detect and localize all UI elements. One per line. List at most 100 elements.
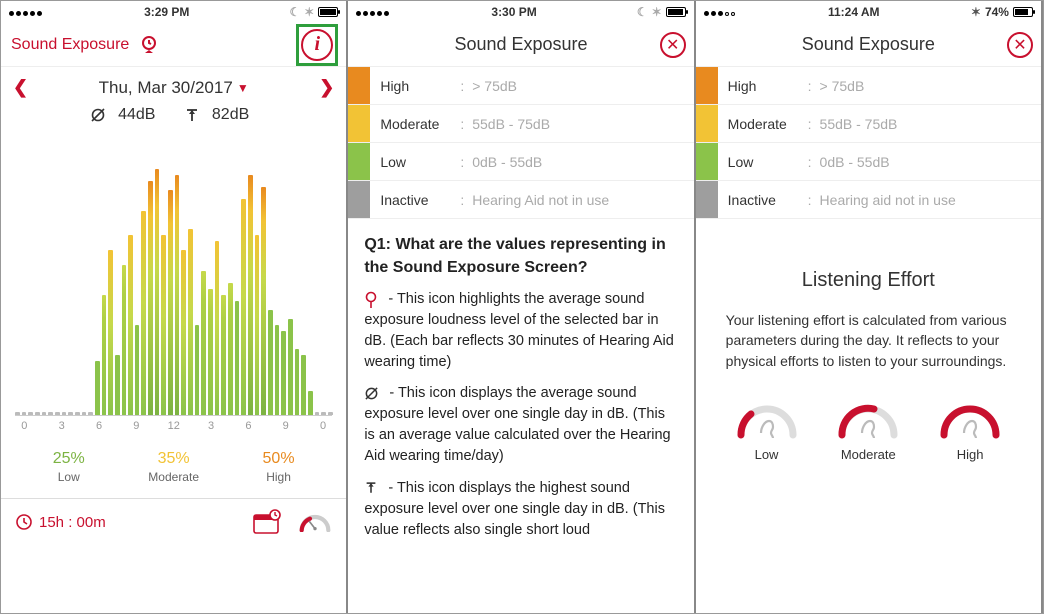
level-mod-label: Moderate — [718, 116, 808, 132]
chart-bar[interactable] — [88, 412, 93, 415]
chart-bar[interactable] — [168, 190, 173, 415]
chart-bar[interactable] — [128, 235, 133, 415]
close-button[interactable]: ✕ — [660, 32, 686, 58]
gauge-icon[interactable] — [298, 512, 332, 532]
level-low-value: 0dB - 55dB — [460, 154, 542, 170]
calendar-icon[interactable] — [252, 509, 282, 535]
swatch-moderate — [348, 105, 370, 142]
level-high-label: High — [370, 78, 460, 94]
chart-bar[interactable] — [135, 325, 140, 415]
close-button[interactable]: ✕ — [1007, 32, 1033, 58]
chart-bar[interactable] — [42, 412, 47, 415]
level-mod-value: 55dB - 75dB — [808, 116, 898, 132]
legend-high-pct: 50% — [263, 450, 295, 468]
sync-clock-icon[interactable] — [137, 33, 161, 57]
chart-bar[interactable] — [328, 412, 333, 415]
level-low-label: Low — [370, 154, 460, 170]
chart-bar[interactable] — [268, 310, 273, 415]
clock-icon — [15, 513, 33, 531]
swatch-high — [348, 67, 370, 104]
chart-bar[interactable] — [228, 283, 233, 415]
chart-bar[interactable] — [148, 181, 153, 415]
chart-bar[interactable] — [315, 412, 320, 415]
chart-bar[interactable] — [301, 355, 306, 415]
level-legend-table: High > 75dB Moderate 55dB - 75dB Low 0dB… — [696, 67, 1041, 219]
chart-bar[interactable] — [308, 391, 313, 415]
chart-bar[interactable] — [55, 412, 60, 415]
info-icon[interactable]: i — [301, 29, 333, 61]
x-tick — [71, 420, 90, 432]
chart-bar[interactable] — [161, 235, 166, 415]
chart-bar[interactable] — [235, 301, 240, 415]
screen-help-faq: 3:30 PM ☾ ✶ Sound Exposure ✕ High > 75dB… — [348, 1, 695, 613]
status-time: 3:29 PM — [144, 5, 189, 19]
chart-bar[interactable] — [82, 412, 87, 415]
chart-bar[interactable] — [115, 355, 120, 415]
exposure-chart[interactable]: 0369123690 — [1, 136, 346, 440]
chart-bar[interactable] — [22, 412, 27, 415]
header-left[interactable]: Sound Exposure — [11, 33, 161, 57]
bluetooth-icon: ✶ — [304, 5, 314, 19]
effort-heading: Listening Effort — [696, 269, 1041, 292]
chart-bar[interactable] — [215, 241, 220, 415]
date-picker[interactable]: Thu, Mar 30/2017 ▼ — [99, 78, 249, 98]
chart-bar[interactable] — [75, 412, 80, 415]
chart-bar[interactable] — [255, 235, 260, 415]
chart-bar[interactable] — [208, 289, 213, 415]
level-row-low: Low 0dB - 55dB — [348, 143, 693, 181]
battery-icon — [1013, 7, 1033, 17]
moon-icon: ☾ — [637, 5, 648, 19]
chart-bar[interactable] — [261, 187, 266, 415]
chart-bar[interactable] — [221, 295, 226, 415]
chart-bar[interactable] — [95, 361, 100, 415]
moon-icon: ☾ — [289, 5, 300, 19]
chart-bar[interactable] — [122, 265, 127, 415]
level-row-moderate: Moderate 55dB - 75dB — [696, 105, 1041, 143]
chart-bar[interactable] — [108, 250, 113, 415]
x-tick: 9 — [276, 420, 295, 432]
swatch-low — [696, 143, 718, 180]
chart-bar[interactable] — [155, 169, 160, 415]
day-metrics: 44dB 82dB — [1, 102, 346, 136]
chart-bar[interactable] — [48, 412, 53, 415]
chart-bar[interactable] — [275, 325, 280, 415]
legend-mod-pct: 35% — [148, 450, 199, 468]
chart-bar[interactable] — [141, 211, 146, 415]
chart-bar[interactable] — [241, 199, 246, 415]
chart-bar[interactable] — [201, 271, 206, 415]
avg-metric: 44dB — [90, 106, 163, 124]
faq-q1-heading: Q1: What are the values representing in … — [364, 233, 677, 279]
chart-bar[interactable] — [28, 412, 33, 415]
chart-bar[interactable] — [195, 325, 200, 415]
chart-bar[interactable] — [248, 175, 253, 415]
legend-low-pct: 25% — [53, 450, 85, 468]
peak-metric: 82dB — [184, 106, 257, 124]
chart-bar[interactable] — [288, 319, 293, 415]
level-inact-label: Inactive — [718, 192, 808, 208]
signal-dots-icon — [356, 5, 391, 19]
swatch-low — [348, 143, 370, 180]
faq-p1: - This icon highlights the average sound… — [364, 289, 677, 373]
faq-body: Q1: What are the values representing in … — [348, 219, 693, 565]
wearing-time[interactable]: 15h : 00m — [15, 513, 106, 531]
level-high-value: > 75dB — [460, 78, 517, 94]
chart-bar[interactable] — [175, 175, 180, 415]
chart-bar[interactable] — [281, 331, 286, 415]
chart-bar[interactable] — [321, 412, 326, 415]
swatch-inactive — [696, 181, 718, 218]
x-tick: 3 — [52, 420, 71, 432]
chart-bar[interactable] — [15, 412, 20, 415]
chart-bar[interactable] — [35, 412, 40, 415]
x-tick — [34, 420, 53, 432]
status-right: ✶ 74% — [971, 5, 1033, 19]
x-tick: 6 — [239, 420, 258, 432]
chart-bar[interactable] — [102, 295, 107, 415]
chart-bar[interactable] — [62, 412, 67, 415]
peak-icon — [364, 480, 378, 495]
chart-bar[interactable] — [181, 250, 186, 415]
chart-bar[interactable] — [68, 412, 73, 415]
next-day-button[interactable]: ❯ — [319, 77, 334, 98]
prev-day-button[interactable]: ❮ — [13, 77, 28, 98]
chart-bar[interactable] — [295, 349, 300, 415]
chart-bar[interactable] — [188, 229, 193, 415]
